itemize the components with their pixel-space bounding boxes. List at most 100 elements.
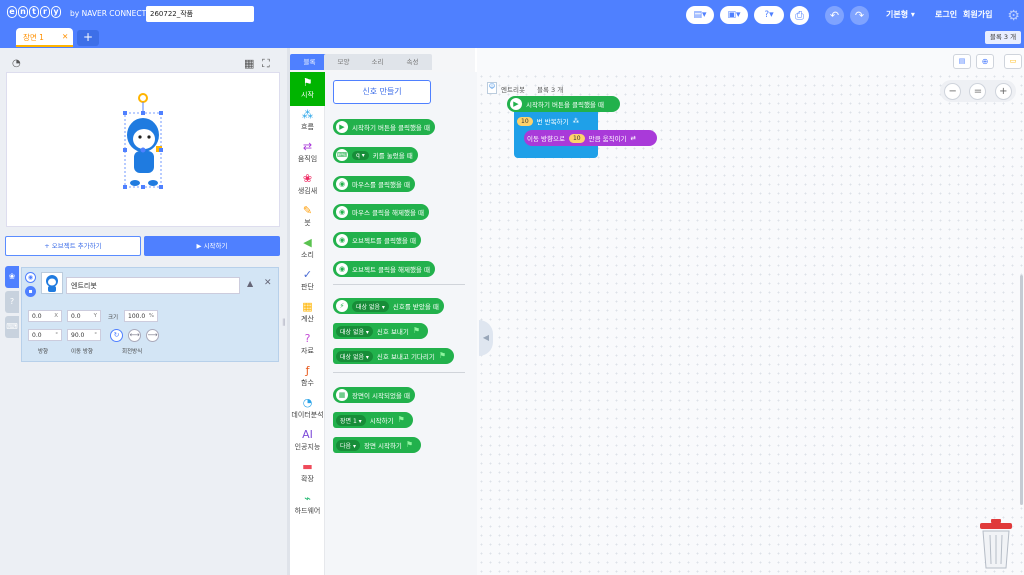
- grid-icon[interactable]: ▦: [244, 57, 254, 70]
- help-tab-icon[interactable]: ?: [5, 291, 19, 313]
- tab-properties[interactable]: 속성: [393, 54, 432, 70]
- console-tab-icon[interactable]: ⌨: [5, 316, 19, 338]
- move-direction-input[interactable]: 90.0 °: [67, 329, 101, 341]
- rotate-none-icon[interactable]: ⟶: [146, 329, 159, 342]
- help-button[interactable]: ? ▾: [754, 6, 784, 24]
- category-item[interactable]: ◀ 소리: [290, 236, 325, 260]
- add-scene-button[interactable]: +: [77, 30, 99, 46]
- category-item[interactable]: ⁂ 흐름: [290, 108, 325, 132]
- memo-icon[interactable]: ▤: [953, 54, 971, 69]
- project-name-input[interactable]: 260722_작품: [146, 6, 254, 22]
- category-label: 인공지능: [294, 443, 321, 451]
- size-input[interactable]: 100.0%: [124, 310, 158, 322]
- tab-sounds[interactable]: 소리: [358, 54, 397, 70]
- object-name-input[interactable]: 엔트리봇: [66, 277, 240, 294]
- category-item[interactable]: ? 자료: [290, 332, 325, 356]
- speed-gauge-icon[interactable]: ◔: [12, 58, 21, 69]
- zoom-out-button[interactable]: −: [944, 82, 962, 100]
- settings-gear-icon[interactable]: ⚙: [1004, 6, 1023, 25]
- object-tab-icon[interactable]: ❀: [5, 266, 19, 288]
- category-icon: ❀: [302, 172, 313, 185]
- block-icon: ▦: [336, 389, 348, 401]
- redo-icon: ↷: [854, 9, 865, 22]
- undo-button[interactable]: ↶: [825, 6, 844, 25]
- create-signal-button[interactable]: 신호 만들기: [333, 80, 431, 104]
- block-menu-icon[interactable]: ▭: [1004, 54, 1022, 69]
- save-icon: ▣▾: [727, 10, 741, 20]
- category-item[interactable]: AI 인공지능: [290, 428, 325, 452]
- zoom-in-button[interactable]: +: [994, 82, 1012, 100]
- new-file-button[interactable]: ▤▾: [686, 6, 714, 24]
- category-item[interactable]: ⇄ 움직임: [290, 140, 325, 164]
- mode-select[interactable]: 기본형 ▾: [886, 9, 915, 20]
- rotate-horizontal-icon[interactable]: ⟷: [128, 329, 141, 342]
- rotate-free-icon[interactable]: ↻: [110, 329, 123, 342]
- mode-label: 기본형: [886, 10, 909, 19]
- palette-block[interactable]: ▦ 장면이 시작되었을 때: [333, 387, 415, 403]
- category-label: 자료: [301, 347, 314, 355]
- trash-can-icon[interactable]: [976, 518, 1016, 570]
- object-thumbnail[interactable]: [41, 272, 63, 294]
- start-block[interactable]: ▶ 시작하기 버튼을 클릭했을 때: [507, 96, 620, 112]
- category-item[interactable]: ❀ 생김새: [290, 172, 325, 196]
- block-label: 장면 시작하기: [363, 442, 402, 450]
- block-icon: ◉: [336, 205, 348, 218]
- stage-canvas[interactable]: [6, 72, 280, 227]
- palette-block[interactable]: ▶ 시작하기 버튼을 클릭했을 때: [333, 119, 435, 135]
- login-link[interactable]: 로그인: [935, 9, 957, 20]
- category-label: 계산: [301, 315, 314, 323]
- x-coordinate-input[interactable]: 0.0 X: [28, 310, 62, 322]
- x-unit-label: X: [54, 313, 58, 319]
- lock-icon[interactable]: ▪: [25, 286, 36, 297]
- palette-block[interactable]: ◉ 마우스를 클릭했을 때: [333, 175, 415, 192]
- move-block[interactable]: 이동 방향으로 10 만큼 움직이기 ⇄: [524, 130, 657, 146]
- signup-link[interactable]: 회원가입: [963, 9, 992, 20]
- category-item[interactable]: ƒ 함수: [290, 364, 325, 388]
- category-item[interactable]: ◔ 데이터분석: [290, 396, 325, 420]
- repeat-block[interactable]: 10 번 반복하기 ⁂: [514, 113, 598, 129]
- category-item[interactable]: ✓ 판단: [290, 268, 325, 292]
- entry-logo[interactable]: e n t r y: [7, 6, 61, 18]
- palette-block[interactable]: ◉ 마우스 클릭을 해제했을 때: [333, 203, 429, 220]
- delete-object-icon[interactable]: ✕: [264, 278, 272, 288]
- palette-block[interactable]: 다음 ▾ 장면 시작하기 ⚑: [333, 437, 421, 453]
- pane-resize-handle[interactable]: ‖: [282, 318, 286, 326]
- fullscreen-icon[interactable]: ⛶: [262, 57, 270, 71]
- palette-block[interactable]: ⚡ 대상 없음 ▾ 신호를 받았을 때: [333, 298, 444, 314]
- zoom-reset-button[interactable]: =: [969, 82, 987, 100]
- collapse-up-icon[interactable]: ▲: [247, 279, 253, 288]
- y-coordinate-input[interactable]: 0.0 Y: [67, 310, 101, 322]
- category-item[interactable]: ✎ 붓: [290, 204, 325, 228]
- block-dropdown[interactable]: 다음 ▾: [336, 439, 360, 451]
- category-item[interactable]: ⚑ 시작: [290, 76, 325, 100]
- palette-block[interactable]: 장면 1 ▾ 시작하기 ⚑: [333, 412, 413, 428]
- block-dropdown[interactable]: 장면 1 ▾: [336, 414, 366, 426]
- save-menu-button[interactable]: ▣▾: [720, 6, 748, 24]
- category-item[interactable]: ▦ 계산: [290, 300, 325, 324]
- palette-block[interactable]: 대상 없음 ▾ 신호 보내고 기다리기 ⚑: [333, 348, 454, 364]
- palette-block[interactable]: 대상 없음 ▾ 신호 보내기 ⚑: [333, 323, 428, 339]
- close-icon[interactable]: ✕: [62, 32, 68, 41]
- add-memo-icon[interactable]: ⊕: [976, 54, 994, 69]
- palette-block[interactable]: ◉ 오브젝트 클릭을 해제했을 때: [333, 260, 435, 277]
- start-button[interactable]: ▶ 시작하기: [144, 236, 280, 256]
- block-dropdown[interactable]: 대상 없음 ▾: [336, 350, 373, 362]
- block-dropdown[interactable]: q ▾: [352, 150, 369, 160]
- add-object-button[interactable]: + 오브젝트 추가하기: [5, 236, 141, 256]
- category-item[interactable]: ▬ 확장: [290, 460, 325, 484]
- move-value-input[interactable]: 10: [568, 133, 585, 143]
- workspace-scrollbar[interactable]: [1020, 275, 1023, 505]
- redo-button[interactable]: ↷: [850, 6, 869, 25]
- block-label: 신호 보내기: [376, 328, 409, 336]
- category-item[interactable]: ⌁ 하드웨어: [290, 492, 325, 516]
- repeat-count-input[interactable]: 10: [517, 116, 533, 126]
- scene-tab[interactable]: 장면 1 ✕: [16, 28, 73, 47]
- palette-block[interactable]: ⌨ q ▾ 키를 눌렀을 때: [333, 147, 418, 164]
- print-button[interactable]: ⎙: [790, 6, 809, 25]
- palette-block[interactable]: ◉ 오브젝트를 클릭했을 때: [333, 232, 421, 249]
- direction-input[interactable]: 0.0 °: [28, 329, 62, 341]
- block-dropdown[interactable]: 대상 없음 ▾: [336, 325, 373, 337]
- visibility-eye-icon[interactable]: ◉: [25, 272, 36, 283]
- entrybot-sprite[interactable]: [7, 73, 281, 228]
- block-dropdown[interactable]: 대상 없음 ▾: [352, 300, 389, 312]
